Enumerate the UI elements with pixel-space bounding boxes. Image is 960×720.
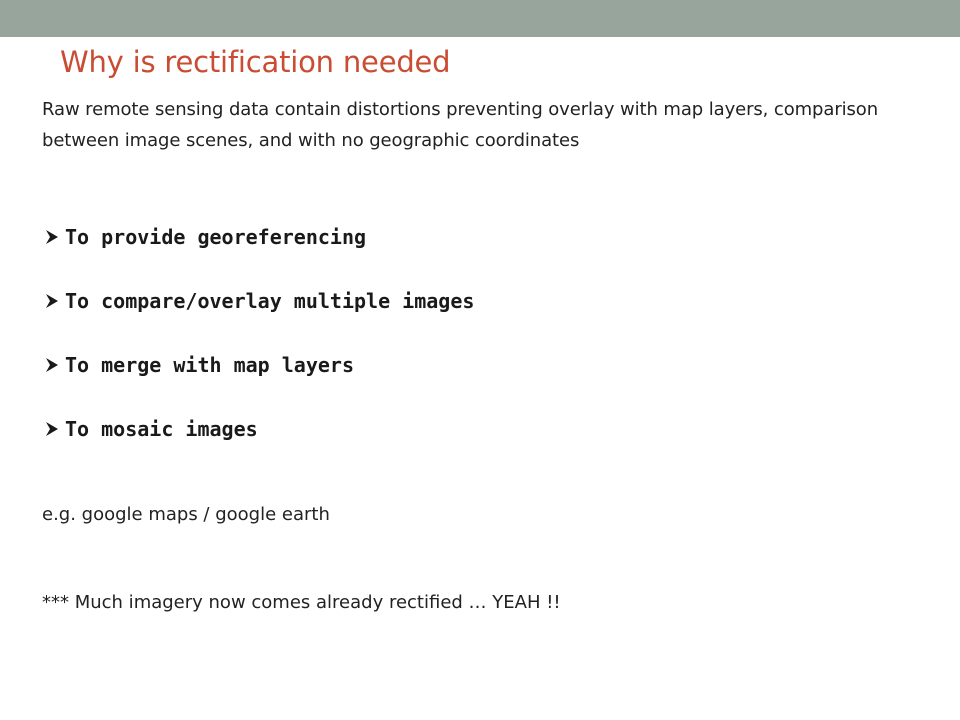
bullet-label: To mosaic images xyxy=(65,417,258,441)
bullet-item-merge-map-layers: To merge with map layers xyxy=(45,333,474,397)
bullet-label: To provide georeferencing xyxy=(65,225,367,249)
intro-paragraph: Raw remote sensing data contain distorti… xyxy=(42,99,879,151)
top-bar xyxy=(0,0,960,37)
example-text: e.g. google maps / google earth xyxy=(42,504,330,525)
arrow-bullet-icon xyxy=(45,293,63,309)
bullet-list: To provide georeferencing To compare/ove… xyxy=(45,205,474,461)
bullet-label: To compare/overlay multiple images xyxy=(65,289,475,313)
bullet-item-mosaic-images: To mosaic images xyxy=(45,397,474,461)
arrow-bullet-icon xyxy=(45,357,63,373)
bullet-item-compare-overlay: To compare/overlay multiple images xyxy=(45,269,474,333)
bullet-item-georeferencing: To provide georeferencing xyxy=(45,205,474,269)
arrow-bullet-icon xyxy=(45,421,63,437)
note-text: *** Much imagery now comes already recti… xyxy=(42,592,561,613)
arrow-bullet-icon xyxy=(45,229,63,245)
slide-title: Why is rectification needed xyxy=(60,45,451,79)
bullet-label: To merge with map layers xyxy=(65,353,354,377)
